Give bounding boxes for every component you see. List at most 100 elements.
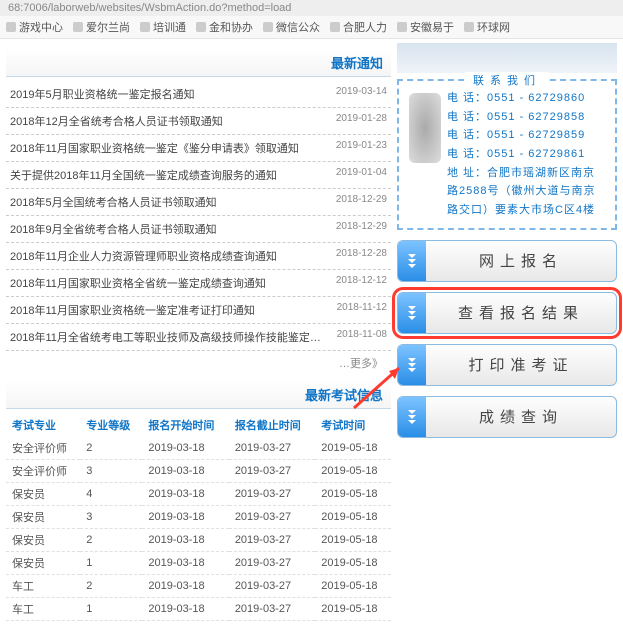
contact-title: 联系我们 (465, 72, 549, 88)
bookmark-item[interactable]: 游戏中心 (6, 19, 63, 35)
stamp-icon (409, 93, 441, 163)
btn-label: 成绩查询 (426, 406, 616, 427)
table-row: 安全评价师32019-03-182019-03-272019-05-18 (6, 460, 391, 483)
th-end: 报名截止时间 (229, 413, 315, 437)
table-row: 车工22019-03-182019-03-272019-05-18 (6, 575, 391, 598)
notice-item: 2018年11月国家职业资格统一鉴定准考证打印通知2018-11-12 (6, 297, 391, 324)
notice-link[interactable]: 2018年11月企业人力资源管理师职业资格成绩查询通知 (10, 248, 325, 264)
bookmark-item[interactable]: 微信公众 (263, 19, 320, 35)
sidebar-banner (397, 43, 617, 73)
btn-label: 网上报名 (426, 250, 616, 271)
notice-list: 2019年5月职业资格统一鉴定报名通知2019-03-142018年12月全省统… (6, 81, 391, 351)
chevron-down-icon (398, 397, 426, 437)
cell: 2019-05-18 (315, 437, 391, 460)
cell: 车工 (6, 575, 80, 598)
exam-table: 考试专业 专业等级 报名开始时间 报名截止时间 考试时间 安全评价师22019-… (6, 413, 391, 621)
cell: 2019-03-27 (229, 460, 315, 483)
bookmark-item[interactable]: 环球网 (464, 19, 510, 35)
bookmark-icon (73, 22, 83, 32)
btn-view-result[interactable]: 查看报名结果 (397, 292, 617, 334)
notice-link[interactable]: 2018年5月全国统考合格人员证书领取通知 (10, 194, 325, 210)
table-row: 安全评价师22019-03-182019-03-272019-05-18 (6, 437, 391, 460)
bookmark-item[interactable]: 合肥人力 (330, 19, 387, 35)
cell: 2019-05-18 (315, 506, 391, 529)
cell: 2019-03-27 (229, 575, 315, 598)
cell: 4 (80, 483, 142, 506)
chevron-down-icon (398, 241, 426, 281)
notice-item: 关于提供2018年11月全国统一鉴定成绩查询服务的通知2019-01-04 (6, 162, 391, 189)
notice-link[interactable]: 2018年11月国家职业资格统一鉴定准考证打印通知 (10, 302, 325, 318)
bookmark-item[interactable]: 安徽易于 (397, 19, 454, 35)
cell: 1 (80, 552, 142, 575)
section-title-exam: 最新考试信息 (6, 381, 391, 409)
notice-link[interactable]: 2018年11月国家职业资格全省统一鉴定成绩查询通知 (10, 275, 325, 291)
bookmark-item[interactable]: 金和协办 (196, 19, 253, 35)
table-row: 保安员32019-03-182019-03-272019-05-18 (6, 506, 391, 529)
notice-date: 2018-11-08 (325, 329, 387, 345)
bookmark-icon (263, 22, 273, 32)
bookmark-icon (6, 22, 16, 32)
contact-line: 电 话：0551 - 62729858 (447, 108, 605, 127)
cell: 保安员 (6, 483, 80, 506)
more-link[interactable]: …更多》 (6, 351, 391, 375)
notice-date: 2019-01-28 (325, 113, 387, 129)
bookmark-item[interactable]: 培训通 (140, 19, 186, 35)
th-start: 报名开始时间 (142, 413, 228, 437)
cell: 保安员 (6, 552, 80, 575)
table-row: 保安员12019-03-182019-03-272019-05-18 (6, 552, 391, 575)
btn-online-register[interactable]: 网上报名 (397, 240, 617, 282)
notice-item: 2018年9月全省统考合格人员证书领取通知2018-12-29 (6, 216, 391, 243)
cell: 2019-03-27 (229, 529, 315, 552)
cell: 3 (80, 460, 142, 483)
th-date: 考试时间 (315, 413, 391, 437)
btn-print-ticket[interactable]: 打印准考证 (397, 344, 617, 386)
notice-link[interactable]: 2018年11月全省统考电工等职业技师及高级技师操作技能鉴定和综合评审有关事项的… (10, 329, 325, 345)
cell: 2019-03-27 (229, 552, 315, 575)
notice-link[interactable]: 2019年5月职业资格统一鉴定报名通知 (10, 86, 325, 102)
btn-score-query[interactable]: 成绩查询 (397, 396, 617, 438)
cell: 2019-05-18 (315, 575, 391, 598)
cell: 2019-03-18 (142, 552, 228, 575)
cell: 2 (80, 575, 142, 598)
chevron-down-icon (398, 345, 426, 385)
notice-date: 2018-12-28 (325, 248, 387, 264)
notice-link[interactable]: 关于提供2018年11月全国统一鉴定成绩查询服务的通知 (10, 167, 325, 183)
bookmark-icon (196, 22, 206, 32)
address-bar[interactable]: 68:7006/laborweb/websites/WsbmAction.do?… (0, 0, 623, 16)
cell: 2019-03-18 (142, 483, 228, 506)
notice-link[interactable]: 2018年12月全省统考合格人员证书领取通知 (10, 113, 325, 129)
contact-box: 联系我们 电 话：0551 - 62729860电 话：0551 - 62729… (397, 79, 617, 230)
cell: 2 (80, 529, 142, 552)
bookmark-icon (397, 22, 407, 32)
notice-item: 2018年5月全国统考合格人员证书领取通知2018-12-29 (6, 189, 391, 216)
notice-item: 2019年5月职业资格统一鉴定报名通知2019-03-14 (6, 81, 391, 108)
notice-date: 2018-11-12 (325, 302, 387, 318)
bookmark-item[interactable]: 爱尔兰尚 (73, 19, 130, 35)
cell: 2019-03-27 (229, 483, 315, 506)
notice-item: 2018年11月国家职业资格全省统一鉴定成绩查询通知2018-12-12 (6, 270, 391, 297)
notice-date: 2019-03-14 (325, 86, 387, 102)
cell: 2019-05-18 (315, 552, 391, 575)
cell: 车工 (6, 598, 80, 621)
contact-line: 地 址：合肥市瑶湖新区南京路2588号（徽州大道与南京路交口）要素大市场C区4楼 (447, 164, 605, 220)
cell: 安全评价师 (6, 460, 80, 483)
notice-link[interactable]: 2018年9月全省统考合格人员证书领取通知 (10, 221, 325, 237)
chevron-down-icon (398, 293, 426, 333)
cell: 2019-05-18 (315, 598, 391, 621)
cell: 安全评价师 (6, 437, 80, 460)
cell: 2019-03-27 (229, 598, 315, 621)
th-major: 考试专业 (6, 413, 80, 437)
cell: 2019-03-27 (229, 437, 315, 460)
notice-item: 2018年11月企业人力资源管理师职业资格成绩查询通知2018-12-28 (6, 243, 391, 270)
bookmark-icon (330, 22, 340, 32)
notice-link[interactable]: 2018年11月国家职业资格统一鉴定《鉴分申请表》领取通知 (10, 140, 325, 156)
notice-date: 2019-01-23 (325, 140, 387, 156)
cell: 2 (80, 437, 142, 460)
contact-line: 电 话：0551 - 62729859 (447, 126, 605, 145)
contact-line: 电 话：0551 - 62729860 (447, 89, 605, 108)
sidebar: 联系我们 电 话：0551 - 62729860电 话：0551 - 62729… (397, 43, 617, 621)
cell: 2019-03-18 (142, 437, 228, 460)
cell: 2019-03-18 (142, 575, 228, 598)
bookmark-icon (140, 22, 150, 32)
notice-date: 2018-12-29 (325, 194, 387, 210)
